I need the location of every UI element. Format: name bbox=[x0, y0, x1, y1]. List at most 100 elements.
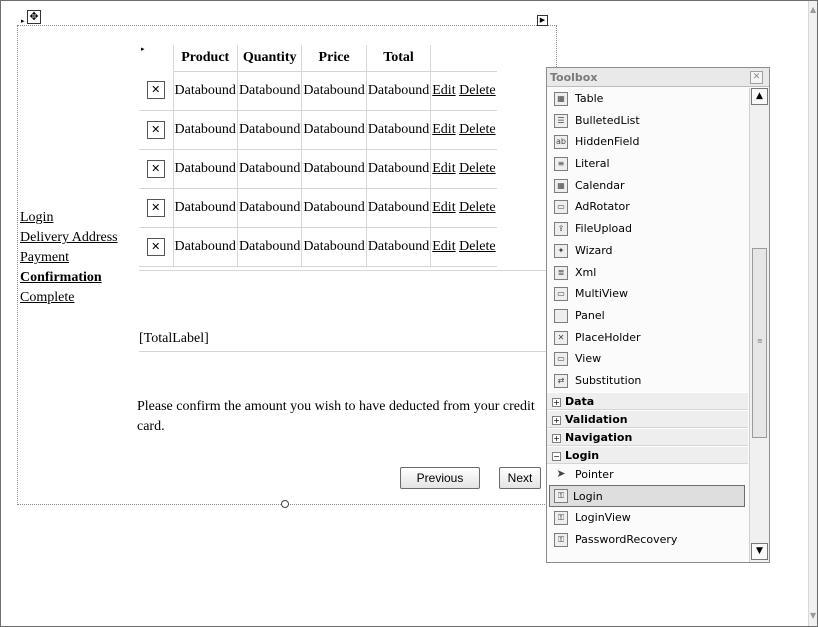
grid-cell-total: Databound bbox=[366, 149, 432, 189]
toolbox-titlebar[interactable]: Toolbox ✕ bbox=[547, 68, 769, 87]
grid-cell-quantity: Databound bbox=[237, 227, 303, 267]
scroll-down-icon[interactable]: ▼ bbox=[751, 543, 768, 560]
hidden-field-icon: ab bbox=[554, 135, 568, 150]
sidebar-link-confirmation[interactable]: Confirmation bbox=[20, 268, 118, 288]
toolbox-item-table[interactable]: ▦ Table bbox=[547, 88, 748, 110]
edit-link[interactable]: Edit bbox=[432, 122, 455, 137]
expand-icon[interactable]: + bbox=[552, 433, 561, 443]
login-view-icon: ⚿ bbox=[554, 511, 568, 525]
toolbox-item-multiview[interactable]: ▭ MultiView bbox=[547, 283, 748, 305]
grid-cell-total: Databound bbox=[366, 188, 432, 228]
grid-cell-commands: Edit Delete bbox=[430, 71, 497, 111]
toolbox-item-label: Login bbox=[573, 490, 603, 504]
toolbox-item-fileupload[interactable]: ⇪ FileUpload bbox=[547, 218, 748, 240]
toolbox-category-navigation[interactable]: + Navigation bbox=[547, 427, 748, 446]
grid-cell-quantity: Databound bbox=[237, 188, 303, 228]
grid-cell-price: Databound bbox=[301, 110, 367, 150]
grid-cell-product: Databound bbox=[173, 227, 238, 267]
grid-image-cell: ✕ bbox=[139, 71, 174, 111]
toolbox-item-hiddenfield[interactable]: ab HiddenField bbox=[547, 131, 748, 153]
smart-tag-arrow-icon[interactable]: ▶ bbox=[537, 15, 548, 26]
total-label[interactable]: [TotalLabel] bbox=[139, 331, 209, 347]
toolbox-item-wizard[interactable]: ✦ Wizard bbox=[547, 240, 748, 262]
toolbox-category-label: Data bbox=[565, 394, 595, 408]
toolbox-category-label: Login bbox=[565, 448, 600, 462]
grid-cell-total: Databound bbox=[366, 110, 432, 150]
delete-link[interactable]: Delete bbox=[459, 122, 496, 137]
literal-icon: ≡ bbox=[554, 157, 568, 172]
grid-cell-price: Databound bbox=[301, 188, 367, 228]
toolbox-category-validation[interactable]: + Validation bbox=[547, 409, 748, 428]
close-icon[interactable]: ✕ bbox=[750, 71, 763, 84]
edit-link[interactable]: Edit bbox=[432, 200, 455, 215]
total-summary-box: [TotalLabel] bbox=[139, 270, 557, 352]
toolbox-item-label: FileUpload bbox=[575, 222, 632, 236]
sidebar-link-login[interactable]: Login bbox=[20, 208, 118, 228]
grid-cell-commands: Edit Delete bbox=[430, 188, 497, 228]
grid-header-price: Price bbox=[301, 45, 367, 72]
previous-button[interactable]: Previous bbox=[400, 467, 480, 489]
substitution-icon: ⇄ bbox=[554, 373, 568, 388]
grid-image-cell: ✕ bbox=[139, 227, 174, 267]
confirm-instructions: Please confirm the amount you wish to ha… bbox=[137, 399, 535, 434]
grid-image-cell: ✕ bbox=[139, 110, 174, 150]
toolbox-item-login[interactable]: ⚿ Login bbox=[549, 485, 745, 507]
broken-image-icon: ✕ bbox=[146, 159, 165, 178]
grid-cell-quantity: Databound bbox=[237, 149, 303, 189]
grid-header-image bbox=[139, 45, 174, 71]
toolbox-item-label: Wizard bbox=[575, 243, 613, 257]
next-button[interactable]: Next bbox=[499, 467, 541, 489]
broken-image-icon: ✕ bbox=[146, 237, 165, 256]
delete-link[interactable]: Delete bbox=[459, 83, 496, 98]
scroll-up-icon[interactable]: ▲ bbox=[810, 5, 816, 14]
grid-cell-product: Databound bbox=[173, 71, 238, 111]
ad-rotator-icon: ▭ bbox=[554, 200, 568, 215]
edit-link[interactable]: Edit bbox=[432, 239, 455, 254]
expand-icon[interactable]: + bbox=[552, 415, 561, 425]
toolbox-item-xml[interactable]: ≣ Xml bbox=[547, 262, 748, 284]
collapse-icon[interactable]: − bbox=[552, 451, 561, 461]
toolbox-item-placeholder[interactable]: ✕ PlaceHolder bbox=[547, 327, 748, 349]
expand-icon[interactable]: + bbox=[552, 397, 561, 407]
delete-link[interactable]: Delete bbox=[459, 200, 496, 215]
grid-header-commands bbox=[430, 45, 497, 72]
scroll-up-icon[interactable]: ▲ bbox=[751, 88, 768, 105]
toolbox-item-substitution[interactable]: ⇄ Substitution bbox=[547, 370, 748, 392]
toolbox-item-pointer[interactable]: ➤ Pointer bbox=[547, 464, 748, 486]
toolbox-item-bulletedlist[interactable]: ☰ BulletedList bbox=[547, 110, 748, 132]
delete-link[interactable]: Delete bbox=[459, 239, 496, 254]
cart-gridview: Product Quantity Price Total ✕ Databound… bbox=[139, 45, 497, 267]
grid-image-cell: ✕ bbox=[139, 149, 174, 189]
resize-handle[interactable] bbox=[281, 500, 289, 508]
designer-vertical-scrollbar[interactable]: ▲ ▼ bbox=[808, 1, 817, 626]
grid-cell-total: Databound bbox=[366, 71, 432, 111]
toolbox-item-view[interactable]: ▭ View bbox=[547, 348, 748, 370]
toolbox-item-panel[interactable]: Panel bbox=[547, 305, 748, 327]
grid-cell-total: Databound bbox=[366, 227, 432, 267]
grid-cell-commands: Edit Delete bbox=[430, 227, 497, 267]
toolbox-item-adrotator[interactable]: ▭ AdRotator bbox=[547, 196, 748, 218]
move-icon[interactable]: ✥ bbox=[27, 10, 41, 24]
toolbox-category-data[interactable]: + Data bbox=[547, 391, 748, 410]
sidebar-link-complete[interactable]: Complete bbox=[20, 288, 118, 308]
edit-link[interactable]: Edit bbox=[432, 83, 455, 98]
toolbox-item-passwordrecovery[interactable]: ⚿ PasswordRecovery bbox=[547, 529, 748, 551]
toolbox-item-label: Pointer bbox=[575, 467, 614, 481]
grid-cell-quantity: Databound bbox=[237, 110, 303, 150]
toolbox-item-literal[interactable]: ≡ Literal bbox=[547, 153, 748, 175]
table-row: ✕ Databound Databound Databound Databoun… bbox=[139, 110, 497, 150]
scrollbar-thumb[interactable]: ≡ bbox=[752, 248, 767, 438]
sidebar-link-payment[interactable]: Payment bbox=[20, 248, 118, 268]
toolbox-item-calendar[interactable]: ▦ Calendar bbox=[547, 175, 748, 197]
edit-link[interactable]: Edit bbox=[432, 161, 455, 176]
scroll-down-icon[interactable]: ▼ bbox=[810, 611, 816, 620]
calendar-icon: ▦ bbox=[554, 178, 568, 193]
toolbox-category-login[interactable]: − Login bbox=[547, 445, 748, 464]
toolbox-scrollbar[interactable]: ▲ ≡ ▼ bbox=[749, 88, 769, 562]
multiview-icon: ▭ bbox=[554, 287, 568, 302]
delete-link[interactable]: Delete bbox=[459, 161, 496, 176]
pointer-icon: ➤ bbox=[556, 466, 566, 480]
toolbox-item-label: Table bbox=[575, 92, 604, 105]
toolbox-item-loginview[interactable]: ⚿ LoginView bbox=[547, 507, 748, 529]
sidebar-link-delivery-address[interactable]: Delivery Address bbox=[20, 228, 118, 248]
